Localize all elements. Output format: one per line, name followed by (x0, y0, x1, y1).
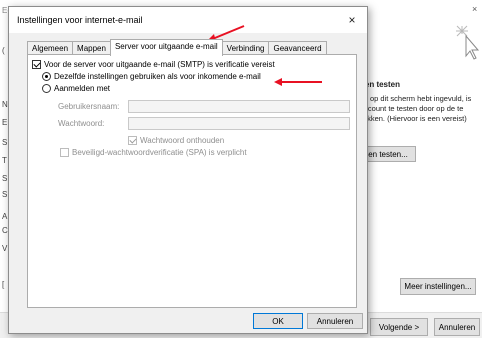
remember-password-label: Wachtwoord onthouden (140, 136, 225, 145)
remember-password-checkbox[interactable] (128, 136, 137, 145)
same-settings-radio-row[interactable]: Dezelfde instellingen gebruiken als voor… (42, 72, 261, 81)
tab-bar: Algemeen Mappen Server voor uitgaande e-… (27, 39, 327, 56)
background-sidebar-letter: N (2, 100, 8, 109)
close-icon[interactable]: × (343, 12, 361, 28)
background-sidebar-letter: ( (2, 46, 5, 55)
remember-password-row[interactable]: Wachtwoord onthouden (128, 136, 224, 145)
password-label: Wachtwoord: (58, 119, 105, 128)
login-with-label: Aanmelden met (54, 84, 111, 93)
dialog-title: Instellingen voor internet-e-mail (17, 15, 143, 25)
password-input[interactable] (128, 117, 350, 130)
ok-button[interactable]: OK (253, 313, 303, 329)
same-settings-radio[interactable] (42, 72, 51, 81)
tab-general[interactable]: Algemeen (27, 41, 74, 55)
tab-outgoing-server[interactable]: Server voor uitgaande e-mail (109, 39, 223, 56)
spa-checkbox[interactable] (60, 148, 69, 157)
login-with-radio[interactable] (42, 84, 51, 93)
smtp-auth-label: Voor de server voor uitgaande e-mail (SM… (44, 60, 275, 69)
background-sidebar-letter: S (2, 190, 8, 199)
annotation-arrow-icon (274, 78, 322, 86)
smtp-auth-checkbox-row[interactable]: Voor de server voor uitgaande e-mail (SM… (32, 60, 275, 69)
login-with-radio-row[interactable]: Aanmelden met (42, 84, 110, 93)
smtp-auth-checkbox[interactable] (32, 60, 41, 69)
test-account-description: ns op dit scherm hebt ingevuld, is accou… (360, 94, 472, 123)
spa-row[interactable]: Beveiligd-wachtwoordverificatie (SPA) is… (60, 148, 247, 157)
username-label: Gebruikersnaam: (58, 102, 120, 111)
username-input[interactable] (128, 100, 350, 113)
next-button[interactable]: Volgende > (370, 318, 428, 336)
background-sidebar-letter: S (2, 174, 8, 183)
background-sidebar-letter: [ (2, 280, 5, 289)
background-sidebar-letter: S (2, 138, 8, 147)
test-account-button[interactable]: en testen... (360, 146, 416, 162)
background-sidebar-letter: A (2, 212, 8, 221)
same-settings-label: Dezelfde instellingen gebruiken als voor… (54, 72, 261, 81)
dialog-titlebar: Instellingen voor internet-e-mail × (9, 7, 367, 33)
outgoing-server-panel: Voor de server voor uitgaande e-mail (SM… (27, 54, 357, 308)
more-settings-button[interactable]: Meer instellingen... (400, 278, 476, 295)
background-close-icon[interactable]: × (472, 4, 477, 14)
background-sidebar-letter: E (2, 118, 8, 127)
tab-folders[interactable]: Mappen (72, 41, 111, 55)
cursor-sparkle-icon (456, 25, 480, 60)
tab-advanced[interactable]: Geavanceerd (268, 41, 327, 55)
background-cancel-button[interactable]: Annuleren (434, 318, 480, 336)
internet-email-settings-dialog: Instellingen voor internet-e-mail × Alge… (8, 6, 368, 334)
test-account-panel: gen testen ns op dit scherm hebt ingevul… (360, 80, 482, 124)
background-sidebar-letter: C (2, 226, 8, 235)
spa-label: Beveiligd-wachtwoordverificatie (SPA) is… (72, 148, 247, 157)
cancel-button[interactable]: Annuleren (307, 313, 363, 329)
background-sidebar-letter: V (2, 244, 8, 253)
test-account-heading: gen testen (360, 80, 401, 89)
background-sidebar-letter: T (2, 156, 7, 165)
